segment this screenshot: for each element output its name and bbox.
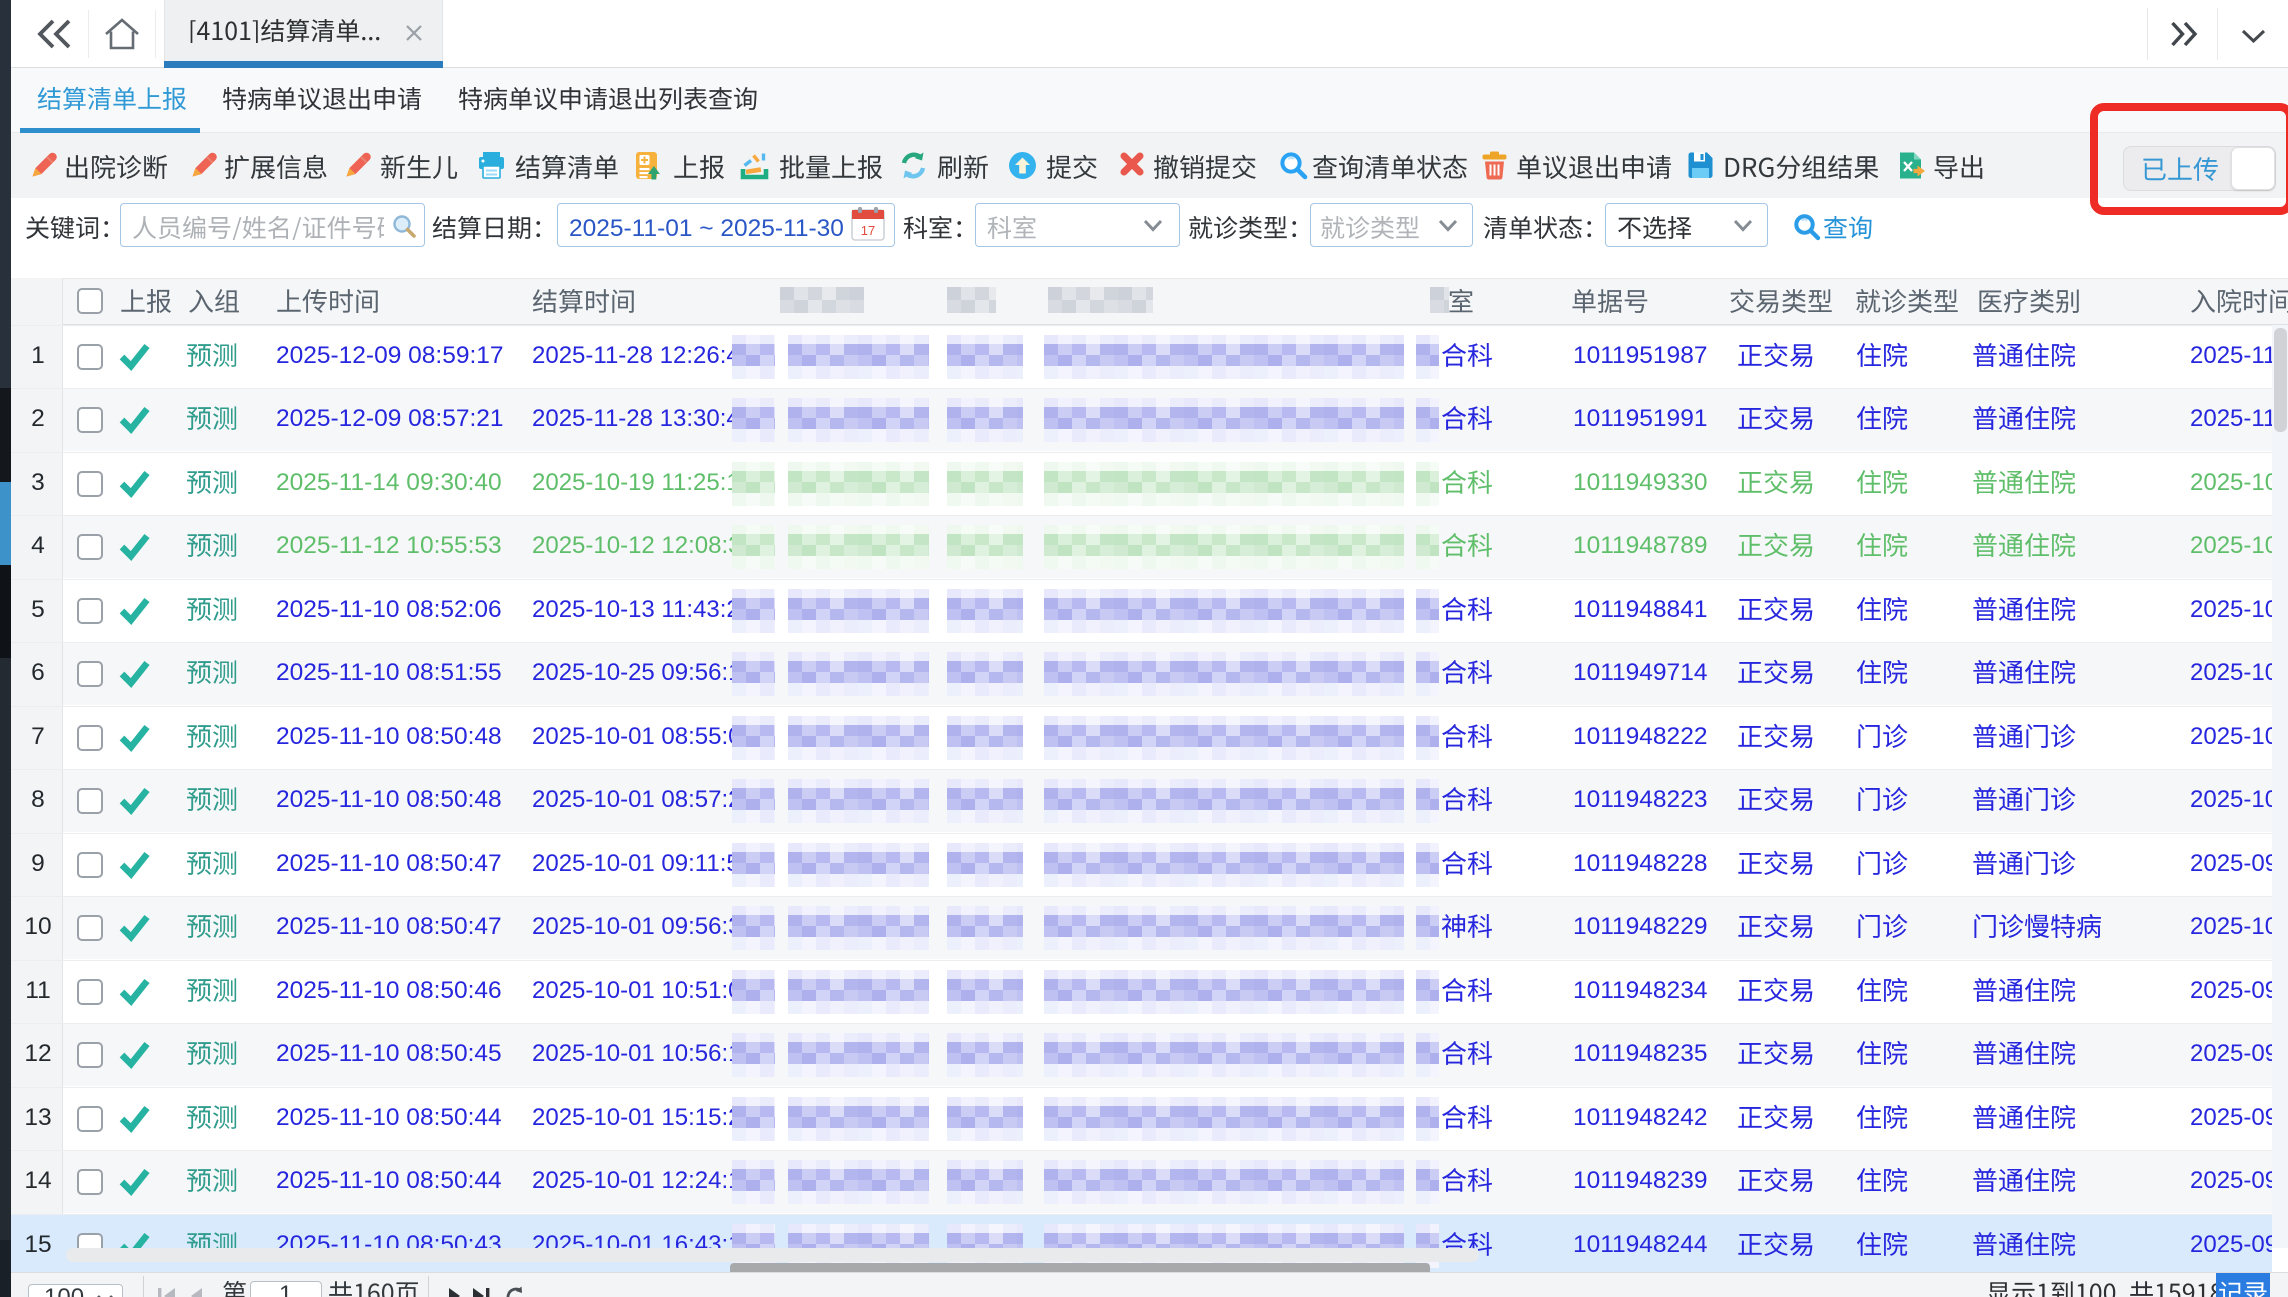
svg-text:17: 17 bbox=[861, 223, 875, 238]
